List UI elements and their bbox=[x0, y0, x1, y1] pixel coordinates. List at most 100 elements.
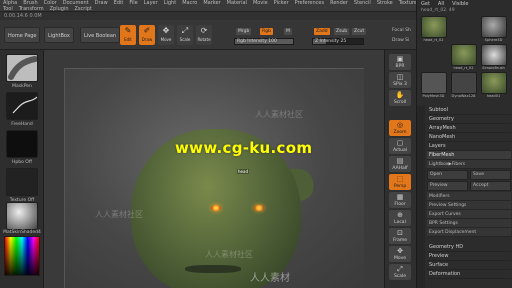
menu-light[interactable]: Light bbox=[164, 0, 176, 6]
simplebrush-thumbnail bbox=[480, 44, 507, 66]
m-toggle[interactable]: M bbox=[284, 28, 292, 35]
menu-draw[interactable]: Draw bbox=[95, 0, 108, 6]
aahalf-button[interactable]: ▤ AAHalf bbox=[389, 156, 411, 172]
persp-button[interactable]: ⬚ Persp bbox=[389, 174, 411, 190]
move-label: Move bbox=[160, 37, 172, 42]
menu-picker[interactable]: Picker bbox=[274, 0, 289, 6]
geometry-hd-menu[interactable]: Geometry HD bbox=[427, 243, 511, 252]
layers-menu[interactable]: Layers bbox=[427, 142, 511, 151]
menu-layer[interactable]: Layer bbox=[144, 0, 158, 6]
watermark-text: www.cg-ku.com bbox=[175, 139, 313, 157]
rgb-intensity-slider[interactable]: Rgb Intensity 100 bbox=[234, 38, 294, 45]
save-button[interactable]: Save bbox=[470, 170, 511, 180]
draw-mode-button[interactable]: ✐ Draw bbox=[139, 25, 155, 45]
palette-scrollbar[interactable] bbox=[417, 106, 425, 288]
edit-icon: ✎ bbox=[124, 26, 132, 35]
stroke-selector[interactable] bbox=[6, 92, 38, 120]
edit-label: Edit bbox=[124, 37, 132, 42]
zcut-toggle[interactable]: Zcut bbox=[352, 28, 367, 35]
export-curves-item[interactable]: Export Curves bbox=[427, 210, 511, 219]
scale-view-button[interactable]: ⤢ Scale bbox=[389, 264, 411, 280]
menu-texture[interactable]: Texture bbox=[399, 0, 417, 6]
menu-preferences[interactable]: Preferences bbox=[295, 0, 324, 6]
scale-icon: ⤢ bbox=[181, 26, 189, 35]
zsub-toggle[interactable]: Zsub bbox=[334, 28, 350, 35]
preview-menu[interactable]: Preview bbox=[427, 252, 511, 261]
persp-label: Persp bbox=[393, 184, 407, 189]
frame-button[interactable]: ⊡ Frame bbox=[389, 228, 411, 244]
nanomesh-menu[interactable]: NanoMesh bbox=[427, 133, 511, 142]
move-view-button[interactable]: ✥ Move bbox=[389, 246, 411, 262]
scale-mode-button[interactable]: ⤢ Scale bbox=[177, 25, 193, 45]
floor-button[interactable]: ▦ Floor bbox=[389, 192, 411, 208]
floor-label: Floor bbox=[394, 202, 406, 207]
mrgb-toggle[interactable]: Mrgb bbox=[236, 28, 252, 35]
actual-button[interactable]: ▢ Actual bbox=[389, 138, 411, 154]
texture-selector[interactable] bbox=[6, 168, 38, 196]
deformation-menu[interactable]: Deformation bbox=[427, 270, 511, 279]
color-picker[interactable] bbox=[4, 236, 40, 276]
faint-watermark-2: 人人素材社区 bbox=[255, 110, 303, 119]
menu-stencil[interactable]: Stencil bbox=[354, 0, 371, 6]
subtool-thumb[interactable]: PolyMesh3D bbox=[419, 72, 448, 100]
fibermesh-menu[interactable]: FiberMesh bbox=[427, 151, 511, 160]
subtool-name: Sphere3D bbox=[484, 38, 503, 42]
accept-button[interactable]: Accept bbox=[470, 181, 511, 191]
scale-label: Scale bbox=[179, 37, 191, 42]
subtool-thumb[interactable]: head_rt_02 bbox=[449, 44, 478, 72]
export-displacement-item[interactable]: Export Displacement bbox=[427, 228, 511, 237]
edit-mode-button[interactable]: ✎ Edit bbox=[120, 25, 136, 45]
modifiers-item[interactable]: Modifiers bbox=[427, 192, 511, 201]
focal-shift-slider[interactable]: Focal Sh bbox=[392, 28, 411, 33]
draw-size-slider[interactable]: Draw Si bbox=[392, 38, 409, 43]
lightbox-button[interactable]: LightBox bbox=[44, 27, 74, 43]
menu-macro[interactable]: Macro bbox=[182, 0, 197, 6]
menu-movie[interactable]: Movie bbox=[253, 0, 268, 6]
zbrush-window: Alpha Brush Color Document Draw Edit Fil… bbox=[0, 0, 512, 288]
viewport-canvas[interactable]: head www.cg-ku.com 人人素材社区 人人素材社区 人人素材社区 … bbox=[44, 50, 384, 288]
top-toolbar: Home Page LightBox Live Boolean ✎ Edit ✐… bbox=[0, 20, 416, 50]
subtool-thumb[interactable]: head_rt_02 bbox=[419, 16, 448, 44]
brush-selector[interactable] bbox=[6, 54, 38, 82]
menu-material[interactable]: Material bbox=[227, 0, 247, 6]
lightbox-fibers-button[interactable]: Lightbox▶Fibers bbox=[427, 160, 511, 169]
home-page-button[interactable]: Home Page bbox=[4, 27, 41, 43]
menu-marker[interactable]: Marker bbox=[203, 0, 220, 6]
material-selector[interactable] bbox=[6, 202, 38, 230]
open-button[interactable]: Open bbox=[427, 170, 468, 180]
move-mode-button[interactable]: ✥ Move bbox=[158, 25, 174, 45]
subtool-thumb[interactable]: DynaWax128 bbox=[449, 72, 478, 100]
local-button[interactable]: ⊕ Local bbox=[389, 210, 411, 226]
arraymesh-menu[interactable]: ArrayMesh bbox=[427, 124, 511, 133]
menu-file[interactable]: File bbox=[129, 0, 137, 6]
bpr-button[interactable]: ▣ BPR bbox=[389, 54, 411, 70]
surface-menu[interactable]: Surface bbox=[427, 261, 511, 270]
menu-stroke[interactable]: Stroke bbox=[377, 0, 393, 6]
rgb-toggle[interactable]: Rgb bbox=[260, 28, 273, 35]
live-boolean-button[interactable]: Live Boolean bbox=[80, 27, 121, 43]
local-icon: ⊕ bbox=[397, 211, 403, 219]
document-area[interactable]: head www.cg-ku.com 人人素材社区 人人素材社区 人人素材社区 … bbox=[64, 68, 364, 288]
z-intensity-slider[interactable]: Z Intensity 25 bbox=[312, 38, 364, 45]
subtool-thumb[interactable]: head01 bbox=[479, 72, 508, 100]
spix-button[interactable]: ◫ SPix 3 bbox=[389, 72, 411, 88]
geometry-menu[interactable]: Geometry bbox=[427, 115, 511, 124]
subtool-menu[interactable]: Subtool bbox=[427, 106, 511, 115]
subtool-thumb[interactable]: Sphere3D bbox=[479, 16, 508, 44]
preview-accept-row: Preview Accept bbox=[427, 181, 511, 191]
dynawax-thumbnail bbox=[450, 72, 477, 94]
preview-settings-item[interactable]: Preview Settings bbox=[427, 201, 511, 210]
preview-button[interactable]: Preview bbox=[427, 181, 468, 191]
menu-render[interactable]: Render bbox=[330, 0, 348, 6]
alpha-selector[interactable] bbox=[6, 130, 38, 158]
subtool-name: head_rt_02 bbox=[453, 66, 474, 70]
subtool-thumb[interactable]: SimpleBrush bbox=[479, 44, 508, 72]
menu-edit[interactable]: Edit bbox=[114, 0, 124, 6]
scroll-button[interactable]: ✋ Scroll bbox=[389, 90, 411, 106]
bpr-settings-item[interactable]: BPR Settings bbox=[427, 219, 511, 228]
rotate-mode-button[interactable]: ⟳ Rotate bbox=[196, 25, 212, 45]
zoom-button[interactable]: ◎ Zoom bbox=[389, 120, 411, 136]
frame-icon: ⊡ bbox=[397, 229, 403, 237]
zadd-toggle[interactable]: Zadd bbox=[314, 28, 330, 35]
z-intensity-label: Z Intensity 25 bbox=[315, 39, 347, 44]
